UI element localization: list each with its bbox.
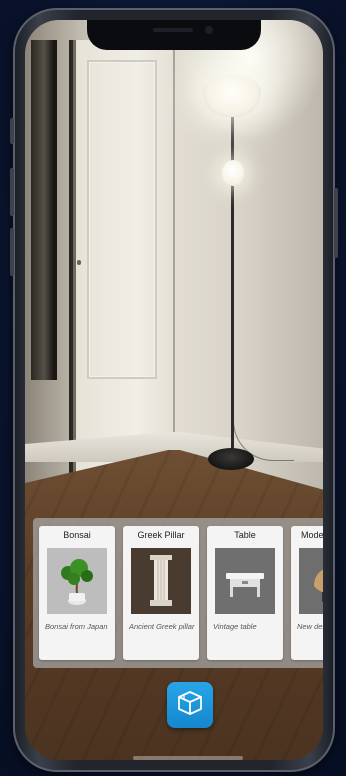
greek-pillar-icon [131,548,191,614]
bonsai-tree-icon [47,548,107,614]
speaker-grille [153,28,193,32]
volume-up-button [10,168,14,216]
camera-mirror-frame [53,40,57,380]
phone-notch [87,20,261,50]
camera-door-knob [77,260,81,265]
card-description: Ancient Greek pillar [129,622,195,631]
ar-gallery-toggle-button[interactable] [167,682,213,728]
card-title: Greek Pillar [137,530,185,540]
ar-object-gallery[interactable]: Bonsai Bonsai from Japan Greek Pillar An… [33,518,323,668]
power-button [334,188,338,258]
camera-wall-corner [173,20,175,440]
gallery-card-bonsai[interactable]: Bonsai Bonsai from Japan [39,526,115,660]
modern-chair-icon [299,548,323,614]
volume-down-button [10,228,14,276]
ar-camera-view[interactable]: Bonsai Bonsai from Japan Greek Pillar An… [25,20,323,760]
camera-lamp-base [208,448,254,470]
camera-lamp-bulb [222,160,244,186]
card-title: Bonsai [63,530,91,540]
card-description: Vintage table [213,622,257,631]
card-description: Bonsai from Japan [45,622,108,631]
mute-switch [10,118,14,144]
camera-door-panel [87,60,157,379]
phone-frame: Bonsai Bonsai from Japan Greek Pillar An… [10,8,338,772]
ar-box-icon [175,688,205,723]
front-camera [205,26,213,34]
card-description: New des chair [297,622,323,631]
card-title: Moder [301,530,323,540]
home-indicator[interactable] [133,756,243,760]
gallery-card-modern-chair[interactable]: Moder New des chair [291,526,323,660]
vintage-table-icon [215,548,275,614]
card-title: Table [234,530,256,540]
gallery-card-greek-pillar[interactable]: Greek Pillar Ancient Greek pillar [123,526,199,660]
camera-mirror [31,40,53,380]
gallery-card-table[interactable]: Table Vintage table [207,526,283,660]
